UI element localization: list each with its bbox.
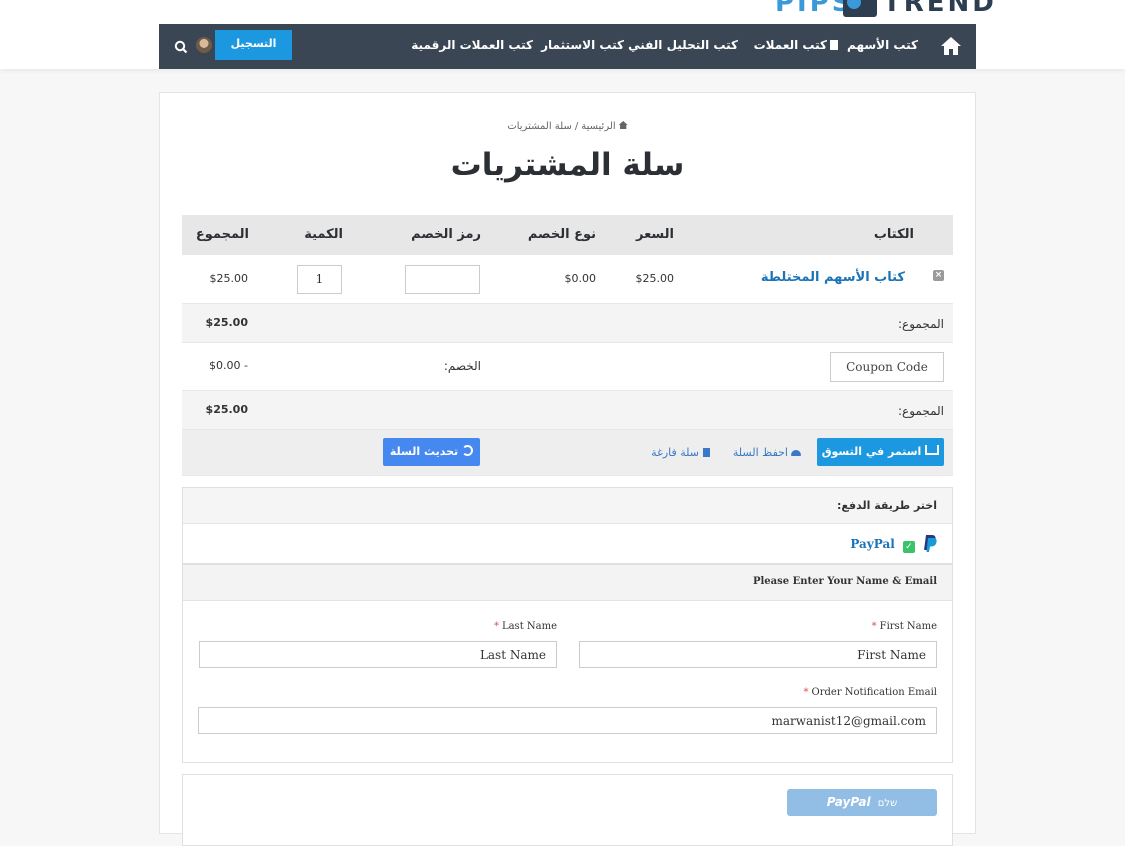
nav-item-investment-books[interactable]: كتب الاستثمار — [541, 38, 624, 52]
page-title: سلة المشتريات — [450, 147, 685, 183]
nav-item-currency-books[interactable]: كتب العملات — [754, 38, 838, 52]
cart-actions-row: استمر في التسوق احفظ السلة سلة فارغة تحد… — [182, 430, 953, 476]
update-cart-button[interactable]: تحديث السلة — [383, 438, 480, 466]
breadcrumb: الرئيسية/سلة المشتريات — [160, 121, 975, 132]
home-small-icon — [618, 121, 628, 129]
item-name-link[interactable]: كتاب الأسهم المختلطة — [761, 270, 905, 285]
empty-cart-label: سلة فارغة — [651, 446, 699, 459]
required-mark: * — [803, 687, 809, 698]
email-label-text: Order Notification Email — [811, 687, 937, 698]
home-icon[interactable] — [940, 36, 962, 56]
content-panel: الرئيسية/سلة المشتريات سلة المشتريات الك… — [159, 92, 976, 846]
quantity-input[interactable]: 1 — [297, 265, 342, 294]
header-quantity: الكمية — [304, 227, 343, 242]
required-mark: * — [871, 621, 877, 632]
email-label: * Order Notification Email — [804, 687, 937, 698]
nav-item-crypto-books[interactable]: كتب العملات الرقمية — [411, 38, 533, 52]
continue-shopping-button[interactable]: استمر في التسوق — [817, 438, 944, 466]
subtotal-label: المجموع: — [897, 317, 944, 331]
logo-text-pips: PIPS — [775, 0, 854, 18]
total-label: المجموع: — [897, 404, 944, 418]
avatar[interactable] — [196, 37, 212, 53]
last-name-label: * Last Name — [494, 621, 557, 632]
main-navbar: كتب الأسهم كتب العملات كتب التحليل الفني… — [159, 24, 976, 69]
empty-cart-link[interactable]: سلة فارغة — [651, 446, 710, 459]
required-mark: * — [493, 621, 499, 632]
first-name-label-text: First Name — [879, 621, 937, 632]
last-name-input[interactable]: Last Name — [199, 641, 557, 668]
refresh-icon — [462, 445, 474, 456]
save-cart-label: احفظ السلة — [732, 446, 788, 459]
nav-item-stock-books[interactable]: كتب الأسهم — [847, 38, 918, 52]
first-name-label: * First Name — [872, 621, 937, 632]
cart-header-row: الكتاب السعر نوع الخصم رمز الخصم الكمية … — [182, 215, 953, 255]
total-value: $25.00 — [205, 403, 248, 416]
subtotal-row: المجموع: $25.00 — [182, 304, 953, 343]
nav-item-technical-analysis-books[interactable]: كتب التحليل الفني — [628, 38, 738, 52]
header-total: المجموع — [195, 227, 249, 242]
paypal-button-text: שלם — [877, 798, 898, 809]
trash-icon — [703, 448, 710, 457]
payment-method-header: اختر طريقة الدفع: — [183, 488, 952, 524]
discount-label: الخصم: — [443, 359, 481, 373]
discount-value: $0.00 - — [209, 359, 248, 372]
header-book: الكتاب — [873, 227, 914, 242]
cart-item-row: × كتاب الأسهم المختلطة $25.00 $0.00 1 $2… — [182, 255, 953, 304]
save-cart-link[interactable]: احفظ السلة — [733, 446, 801, 459]
update-cart-label: تحديث السلة — [389, 445, 459, 458]
breadcrumb-current: سلة المشتريات — [507, 121, 572, 132]
email-field[interactable]: marwanist12@gmail.com — [198, 707, 937, 734]
coupon-code-input[interactable]: Coupon Code — [830, 352, 944, 382]
total-row: المجموع: $25.00 — [182, 391, 953, 430]
paypal-logo-icon — [923, 534, 937, 552]
item-total: $25.00 — [209, 272, 249, 285]
item-price: $25.00 — [635, 272, 675, 285]
customer-info-box: Please Enter Your Name & Email * First Na… — [182, 564, 953, 763]
customer-info-header: Please Enter Your Name & Email — [183, 565, 952, 601]
paypal-checkout-button[interactable]: PayPal שלם — [787, 789, 937, 816]
discount-row: Coupon Code الخصم: $0.00 - — [182, 343, 953, 391]
paypal-selected-check-icon[interactable]: ✓ — [902, 541, 915, 553]
remove-item-icon[interactable]: × — [933, 270, 944, 281]
payment-method-box: اختر طريقة الدفع: ✓ PayPal — [182, 487, 953, 564]
site-logo[interactable]: PIPS TREND — [775, 0, 994, 18]
paypal-button-brand: PayPal — [826, 795, 871, 809]
register-button[interactable]: التسجيل — [215, 30, 292, 60]
breadcrumb-separator: / — [574, 121, 579, 132]
payment-method-title: اختر طريقة الدفع: — [837, 499, 937, 512]
paypal-method-label: PayPal — [850, 537, 895, 551]
paypal-option[interactable]: ✓ PayPal — [850, 533, 937, 553]
nav-item-currency-books-label: كتب العملات — [753, 38, 827, 52]
logo-text-trend: TREND — [883, 0, 997, 18]
customer-info-title: Please Enter Your Name & Email — [752, 576, 937, 587]
first-name-input[interactable]: First Name — [579, 641, 937, 668]
item-discount-code-input[interactable] — [405, 265, 480, 294]
header-price: السعر — [636, 227, 674, 242]
continue-shopping-label: استمر في التسوق — [821, 445, 922, 458]
logo-wallet-icon — [843, 0, 877, 17]
file-icon — [830, 40, 838, 50]
search-icon[interactable] — [174, 39, 188, 54]
breadcrumb-home[interactable]: الرئيسية — [581, 121, 615, 132]
header-discount-type: نوع الخصم — [527, 227, 596, 242]
last-name-label-text: Last Name — [501, 621, 557, 632]
cart-icon — [925, 445, 940, 455]
subtotal-value: $25.00 — [205, 316, 248, 329]
save-icon — [791, 450, 801, 456]
header-discount-code: رمز الخصم — [411, 227, 481, 242]
checkout-box: PayPal שלם — [182, 774, 953, 846]
item-discount-type: $0.00 — [564, 272, 597, 285]
